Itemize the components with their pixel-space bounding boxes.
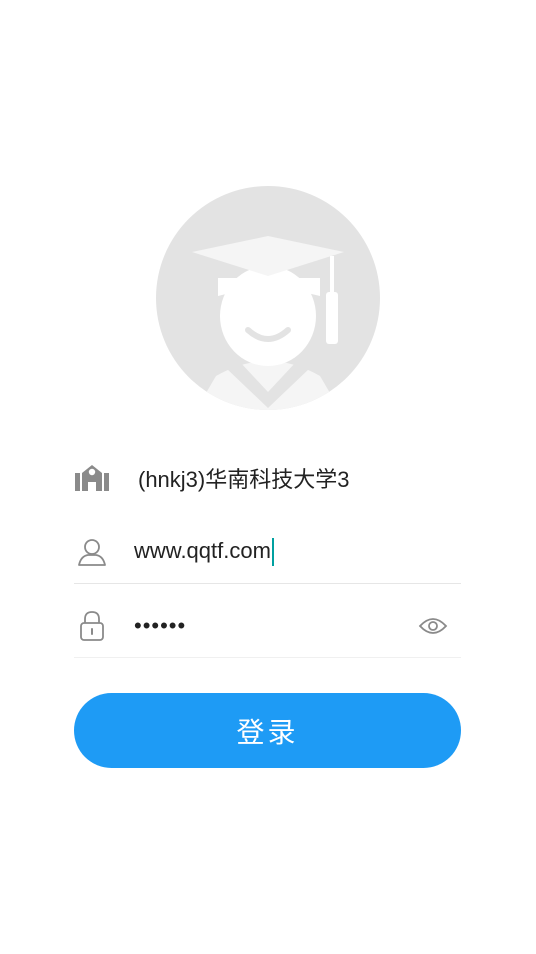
account-field[interactable]: www.qqtf.com bbox=[134, 538, 274, 567]
graduate-avatar-icon bbox=[156, 186, 380, 410]
school-selector[interactable]: (hnkj3)华南科技大学3 bbox=[74, 447, 461, 509]
password-field[interactable]: •••••• bbox=[134, 613, 186, 639]
lock-icon bbox=[74, 608, 110, 644]
text-cursor bbox=[271, 538, 274, 567]
eye-icon[interactable] bbox=[417, 611, 449, 641]
password-row[interactable]: •••••• bbox=[74, 595, 461, 658]
user-icon bbox=[74, 534, 110, 570]
account-row[interactable]: www.qqtf.com bbox=[74, 521, 461, 584]
school-name: (hnkj3)华南科技大学3 bbox=[138, 467, 350, 492]
school-building-icon bbox=[74, 460, 110, 496]
login-button[interactable]: 登录 bbox=[74, 693, 461, 768]
